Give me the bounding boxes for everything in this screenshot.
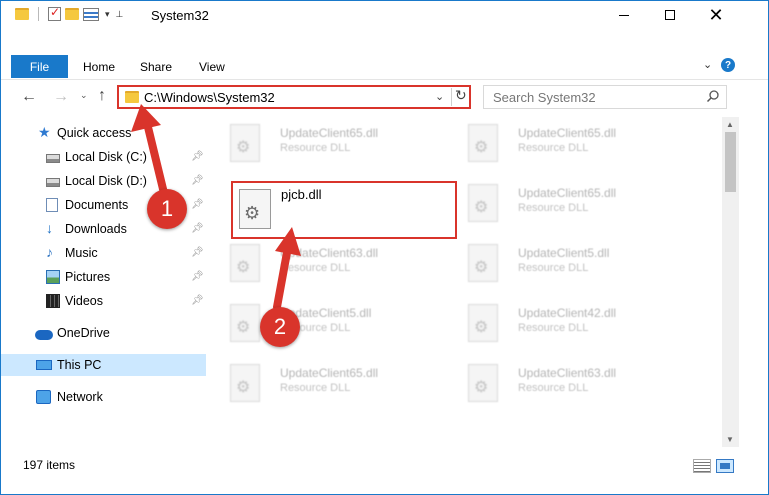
arrow-1 <box>131 104 167 193</box>
step-1-badge: 1 <box>147 189 187 229</box>
file-explorer-window: ▾ ⊥ System32 ✕ File Home Share View ⌄ ? … <box>0 0 769 495</box>
step-2-badge: 2 <box>260 307 300 347</box>
tutorial-arrows <box>131 104 301 311</box>
arrow-2 <box>273 227 301 311</box>
